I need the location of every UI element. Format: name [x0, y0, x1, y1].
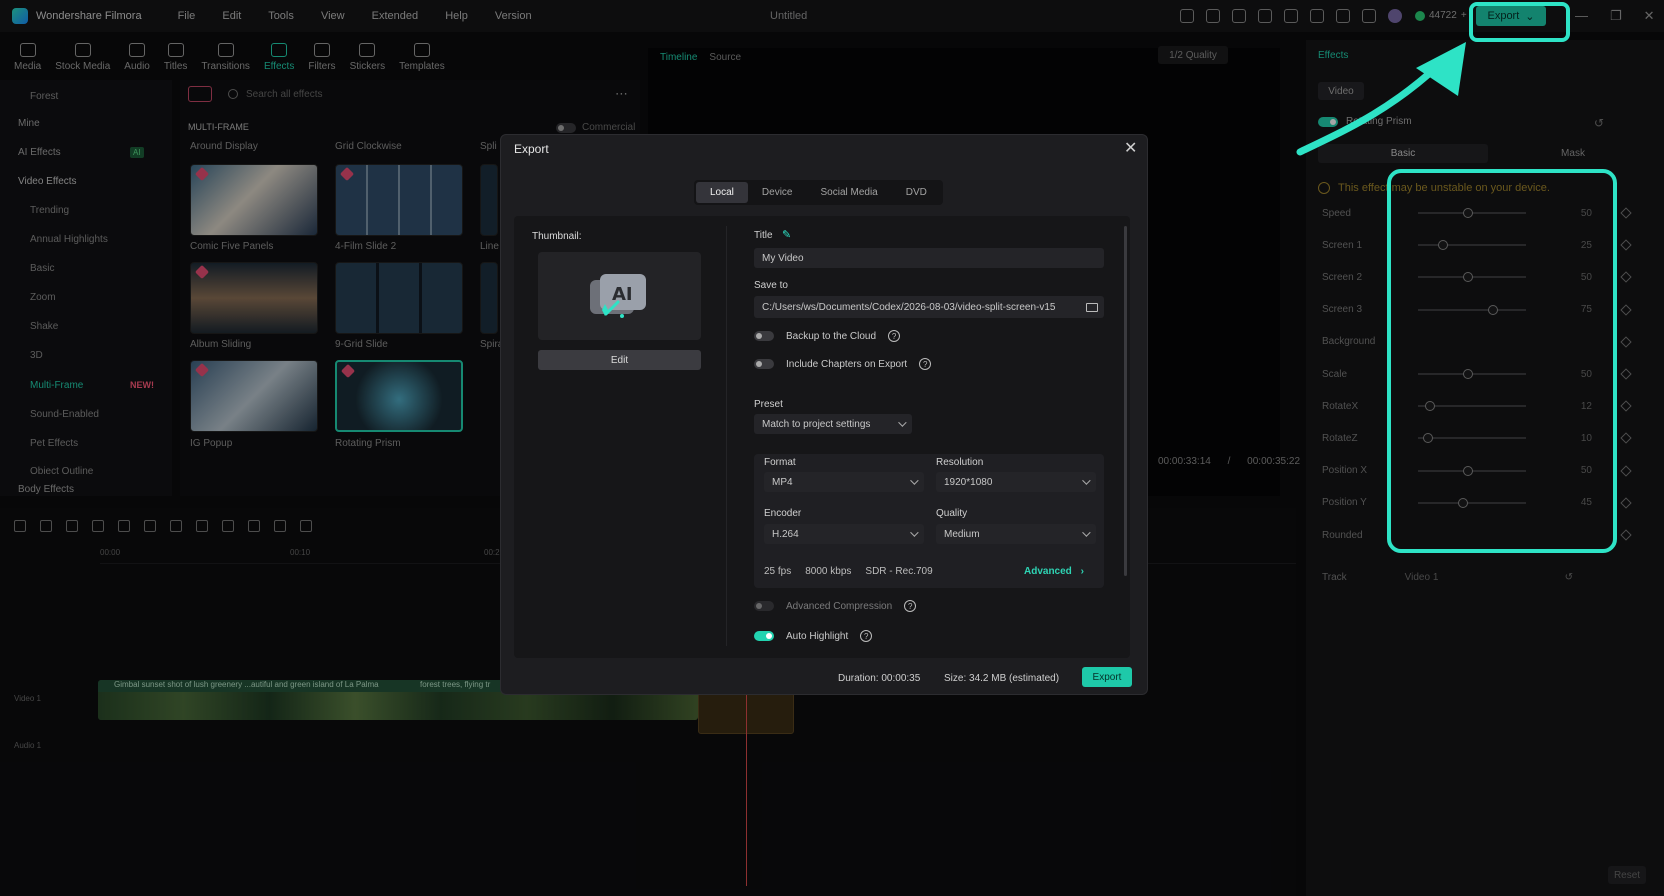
tab-social-media[interactable]: Social Media	[806, 182, 891, 203]
export-stats: 25 fps 8000 kbps SDR - Rec.709	[764, 566, 933, 577]
auto-highlight-label: Auto Highlight	[786, 630, 849, 642]
quality-label: Quality	[936, 508, 968, 519]
chevron-right-icon: ›	[1080, 566, 1084, 577]
thumbnail-label: Thumbnail:	[532, 231, 582, 242]
help-icon[interactable]: ?	[860, 630, 873, 642]
export-size: Size: 34.2 MB (estimated)	[944, 673, 1060, 684]
include-chapters-toggle[interactable]	[754, 359, 774, 369]
export-button-label: Export	[1092, 671, 1122, 683]
backup-label: Backup to the Cloud	[786, 330, 877, 342]
title-value: My Video	[762, 252, 804, 264]
bitrate-value: 8000 kbps	[805, 566, 852, 577]
format-label: Format	[764, 457, 796, 468]
chevron-down-icon	[898, 418, 907, 427]
fps-value: 25 fps	[764, 566, 792, 577]
tab-device[interactable]: Device	[748, 182, 807, 203]
chevron-down-icon	[1082, 528, 1091, 537]
encoder-select[interactable]: H.264	[764, 524, 924, 544]
dialog-title: Export	[514, 142, 549, 156]
include-chapters-row: Include Chapters on Export ?	[754, 358, 932, 370]
tab-dvd[interactable]: DVD	[892, 182, 941, 203]
preset-value: Match to project settings	[762, 418, 871, 430]
resolution-label: Resolution	[936, 457, 984, 468]
quality-value: Medium	[944, 528, 980, 540]
resolution-select[interactable]: 1920*1080	[936, 472, 1096, 492]
chevron-down-icon	[1082, 476, 1091, 485]
highlight-export-button	[1469, 2, 1570, 42]
dialog-divider	[726, 226, 727, 646]
backup-cloud-row: Backup to the Cloud ?	[754, 330, 901, 342]
advanced-label: Advanced	[1024, 566, 1072, 577]
ai-rename-icon[interactable]: ✎	[782, 228, 791, 241]
chevron-down-icon	[910, 528, 919, 537]
export-button[interactable]: Export	[1082, 667, 1132, 687]
help-icon[interactable]: ?	[904, 600, 917, 612]
close-icon[interactable]: ✕	[1124, 138, 1137, 158]
help-icon[interactable]: ?	[919, 358, 932, 370]
save-path-value: C:/Users/ws/Documents/Codex/2026-08-03/v…	[762, 301, 1056, 313]
chevron-down-icon	[910, 476, 919, 485]
edit-thumbnail-button[interactable]: Edit	[538, 350, 701, 370]
preset-select[interactable]: Match to project settings	[754, 414, 912, 434]
title-label: Title	[754, 230, 773, 241]
advanced-compression-row: Advanced Compression ?	[754, 600, 917, 612]
export-duration: Duration: 00:00:35	[838, 673, 921, 684]
annotation-arrow-icon	[1296, 42, 1466, 156]
title-input[interactable]: My Video	[754, 248, 1104, 268]
tab-local[interactable]: Local	[696, 182, 748, 203]
help-icon[interactable]: ?	[888, 330, 901, 342]
ai-thumbnail-icon: AI	[590, 274, 646, 318]
export-tabs: Local Device Social Media DVD	[694, 180, 943, 205]
chapters-label: Include Chapters on Export	[786, 358, 908, 370]
advanced-link[interactable]: Advanced ›	[1024, 566, 1084, 577]
quality-select[interactable]: Medium	[936, 524, 1096, 544]
preset-label: Preset	[754, 399, 783, 410]
encoder-value: H.264	[772, 528, 799, 540]
edit-label: Edit	[610, 354, 629, 366]
advanced-compression-label: Advanced Compression	[786, 600, 893, 612]
backup-cloud-toggle[interactable]	[754, 331, 774, 341]
highlight-property-sliders	[1387, 169, 1617, 553]
save-path-input[interactable]: C:/Users/ws/Documents/Codex/2026-08-03/v…	[754, 296, 1104, 318]
auto-highlight-toggle[interactable]	[754, 631, 774, 641]
svg-text:AI: AI	[612, 284, 633, 305]
encoder-label: Encoder	[764, 508, 802, 519]
dialog-scrollbar[interactable]	[1124, 226, 1127, 576]
color-space-value: SDR - Rec.709	[865, 566, 933, 577]
advanced-compression-toggle[interactable]	[754, 601, 774, 611]
format-select[interactable]: MP4	[764, 472, 924, 492]
resolution-value: 1920*1080	[944, 476, 993, 488]
save-to-label: Save to	[754, 280, 788, 291]
auto-highlight-row: Auto Highlight ?	[754, 630, 873, 642]
folder-icon[interactable]	[1086, 302, 1098, 312]
format-value: MP4	[772, 476, 793, 488]
